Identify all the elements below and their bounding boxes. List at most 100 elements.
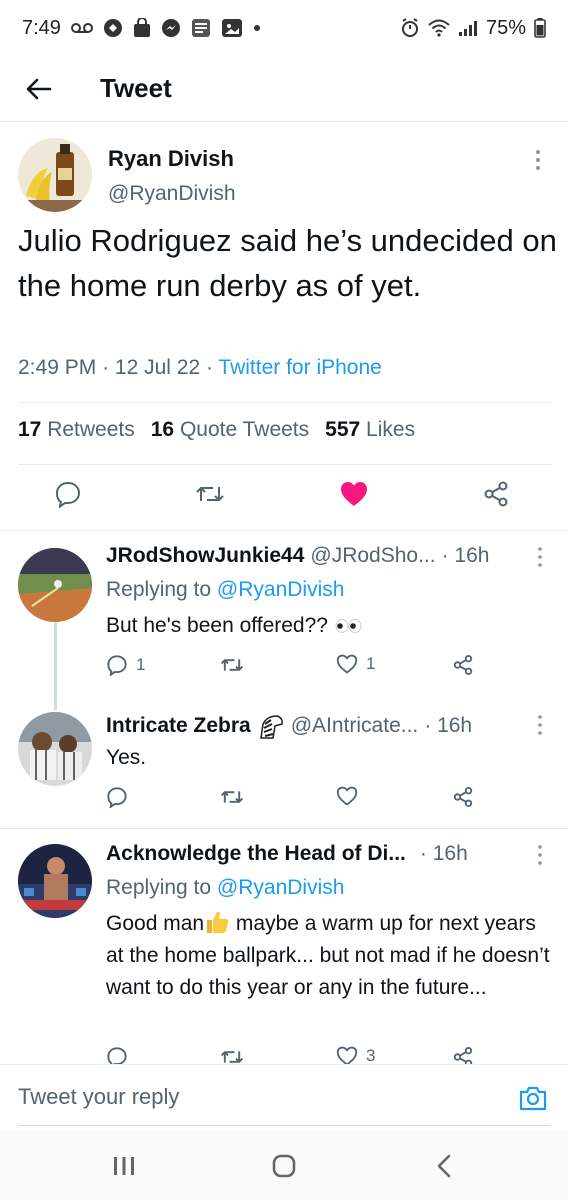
- main-tweet: Ryan Divish @RyanDivish Julio Rodriguez …: [0, 122, 568, 508]
- share-icon: [453, 1047, 473, 1064]
- recent-apps-button[interactable]: [104, 1150, 144, 1182]
- reply-author-handle[interactable]: @AIntricate...: [291, 714, 419, 738]
- back-button[interactable]: [0, 56, 78, 122]
- reply-icon: [107, 1047, 127, 1064]
- reply-retweet-button[interactable]: [220, 1046, 244, 1064]
- heart-icon: [336, 786, 358, 806]
- zebra-emoji-icon: [259, 715, 283, 739]
- meta-separator: ·: [102, 356, 115, 379]
- app-notification-icon: [103, 18, 123, 38]
- more-notifications-dot-icon: [253, 24, 261, 32]
- retweets-stat[interactable]: 17 Retweets: [18, 418, 135, 442]
- reply-more-button[interactable]: [534, 714, 546, 736]
- reply-author-name[interactable]: Intricate Zebra: [106, 714, 251, 738]
- header: Tweet: [0, 56, 568, 122]
- tweet-source-link[interactable]: Twitter for iPhone: [218, 356, 381, 379]
- quotes-count: 16: [150, 418, 175, 441]
- reply-reply-button[interactable]: [106, 786, 136, 808]
- system-nav-bar: [0, 1130, 568, 1200]
- more-vertical-icon: [538, 715, 542, 735]
- reply-item[interactable]: JRodShowJunkie44 @JRodSho... · 16h Reply…: [0, 530, 568, 710]
- battery-icon: [534, 18, 546, 38]
- likes-stat[interactable]: 557 Likes: [325, 418, 415, 442]
- reply-retweet-button[interactable]: [220, 786, 252, 808]
- reply-more-button[interactable]: [534, 844, 546, 866]
- news-app-icon: [191, 18, 211, 38]
- status-right: 75%: [400, 17, 546, 40]
- status-bar: 7:49 75%: [0, 0, 568, 56]
- reply-retweet-button[interactable]: [220, 654, 252, 676]
- more-vertical-icon: [538, 547, 542, 567]
- quotes-stat[interactable]: 16 Quote Tweets: [151, 418, 309, 442]
- share-icon: [484, 481, 508, 507]
- reply-avatar[interactable]: [18, 712, 92, 786]
- reply-like-button[interactable]: 3: [336, 1046, 375, 1064]
- replying-to-link[interactable]: @RyanDivish: [217, 578, 345, 601]
- reply-text: Yes.: [106, 746, 147, 769]
- author-avatar[interactable]: [18, 138, 92, 212]
- reply-header: JRodShowJunkie44 @JRodSho... · 16h: [106, 544, 489, 568]
- reply-author-handle[interactable]: @JRodSho...: [310, 544, 435, 568]
- reply-text-start: Good man: [106, 912, 205, 935]
- home-icon: [272, 1154, 296, 1178]
- reply-author-name[interactable]: Acknowledge the Head of Di...: [106, 842, 406, 866]
- reply-like-button[interactable]: [336, 786, 366, 806]
- home-button[interactable]: [264, 1150, 304, 1182]
- reply-time: · 16h: [419, 842, 468, 865]
- page-title: Tweet: [100, 73, 172, 103]
- reply-reply-button[interactable]: 1: [106, 654, 145, 676]
- camera-button[interactable]: [518, 1083, 548, 1113]
- alarm-icon: [400, 18, 420, 38]
- reply-avatar[interactable]: [18, 548, 92, 622]
- tweet-actions: [0, 474, 568, 526]
- retweet-icon: [196, 487, 224, 501]
- reply-share-button[interactable]: [452, 786, 474, 808]
- replying-to: Replying to @RyanDivish: [106, 578, 344, 602]
- reply-item[interactable]: Intricate Zebra @AIntricate... · 16h Yes…: [0, 694, 568, 828]
- retweets-count: 17: [18, 418, 42, 441]
- reply-item[interactable]: Acknowledge the Head of Di... · 16h Repl…: [0, 828, 568, 1064]
- reply-author-name[interactable]: JRodShowJunkie44: [106, 544, 304, 568]
- reply-input[interactable]: Tweet your reply: [18, 1084, 179, 1110]
- reply-input-underline: [18, 1125, 550, 1126]
- battery-percent: 75%: [485, 16, 526, 39]
- reply-reply-button[interactable]: [106, 1046, 128, 1064]
- replying-to-link[interactable]: @RyanDivish: [217, 876, 345, 899]
- retweet-button[interactable]: [190, 474, 230, 514]
- author-handle[interactable]: @RyanDivish: [108, 182, 236, 206]
- reply-share-button[interactable]: [452, 1046, 474, 1064]
- reply-like-count: 1: [366, 654, 376, 673]
- retweet-icon: [220, 659, 244, 671]
- heart-icon: [336, 1046, 358, 1064]
- tweet-stats: 17 Retweets 16 Quote Tweets 557 Likes: [18, 418, 415, 442]
- reply-avatar[interactable]: [18, 844, 92, 918]
- eyes-emoji-icon: [335, 619, 362, 634]
- replying-to: Replying to @RyanDivish: [106, 876, 344, 900]
- share-button[interactable]: [476, 474, 516, 514]
- reply-header: Acknowledge the Head of Di... · 16h: [106, 842, 468, 866]
- share-icon: [453, 655, 473, 675]
- more-options-button[interactable]: [528, 148, 548, 172]
- reply-bar: Tweet your reply: [0, 1064, 568, 1128]
- tweet-meta: 2:49 PM · 12 Jul 22 · Twitter for iPhone: [18, 356, 382, 380]
- reply-more-button[interactable]: [534, 546, 546, 568]
- wifi-icon: [428, 19, 450, 37]
- reply-share-button[interactable]: [452, 654, 474, 676]
- reply-reply-count: 1: [136, 655, 146, 674]
- chevron-left-icon: [437, 1154, 451, 1178]
- share-icon: [453, 787, 473, 807]
- reply-icon: [55, 481, 81, 508]
- reply-text: But he's been offered??: [106, 610, 554, 642]
- reply-like-button[interactable]: 1: [336, 654, 375, 674]
- like-button[interactable]: [334, 474, 374, 514]
- system-back-button[interactable]: [424, 1150, 464, 1182]
- tweet-time: 2:49 PM: [18, 356, 97, 379]
- thumbs-up-emoji-icon: [207, 911, 229, 933]
- voicemail-icon: [70, 22, 93, 34]
- reply-button[interactable]: [48, 474, 88, 514]
- reply-text: Good man maybe a warm up for next years …: [106, 908, 554, 1004]
- author-name[interactable]: Ryan Divish: [108, 146, 234, 172]
- retweet-icon: [220, 791, 244, 803]
- back-arrow-icon: [26, 78, 52, 99]
- status-time: 7:49: [22, 16, 61, 39]
